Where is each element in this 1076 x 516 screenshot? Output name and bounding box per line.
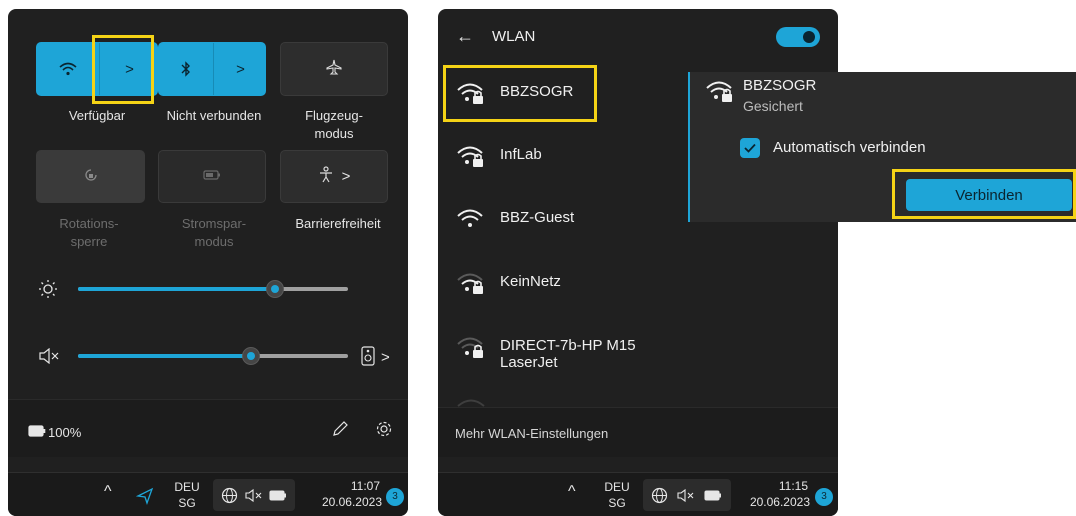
bluetooth-expand-chevron[interactable]: > bbox=[213, 43, 267, 95]
connect-button[interactable]: Verbinden bbox=[906, 179, 1072, 211]
network-name: BBZSOGR bbox=[500, 83, 574, 100]
wifi-icon[interactable] bbox=[37, 43, 99, 95]
wifi-secured-icon bbox=[705, 78, 735, 109]
network-list-faded-row bbox=[438, 377, 688, 407]
rotation-lock-icon bbox=[83, 167, 99, 187]
accessibility-icon bbox=[318, 165, 334, 188]
location-icon[interactable] bbox=[135, 487, 154, 510]
quick-settings-footer: 100% bbox=[8, 399, 408, 457]
brightness-slider-fill bbox=[78, 287, 276, 291]
volume-muted-tray-icon bbox=[676, 488, 696, 508]
wlan-footer: Mehr WLAN-Einstellungen bbox=[438, 407, 838, 457]
clock-date[interactable]: 20.06.2023 bbox=[734, 495, 810, 509]
popup-network-status: Gesichert bbox=[743, 98, 803, 114]
input-language-bottom[interactable]: SG bbox=[604, 496, 630, 510]
network-globe-icon bbox=[221, 487, 238, 509]
popup-network-name: BBZSOGR bbox=[743, 77, 817, 94]
brightness-slider[interactable] bbox=[78, 280, 348, 298]
input-language-bottom[interactable]: SG bbox=[174, 496, 200, 510]
network-list-item[interactable]: KeinNetz bbox=[438, 253, 688, 313]
system-tray-group[interactable] bbox=[213, 479, 295, 511]
volume-muted-icon[interactable] bbox=[38, 347, 60, 369]
accessibility-tile[interactable]: > bbox=[280, 150, 388, 203]
airplane-mode-label: Flugzeug- modus bbox=[305, 108, 363, 141]
network-connect-popup: BBZSOGR Gesichert Automatisch verbinden … bbox=[688, 72, 1076, 222]
accessibility-chevron[interactable]: > bbox=[342, 168, 351, 185]
battery-tray-icon bbox=[268, 489, 288, 507]
wifi-tile-label: Verfügbar bbox=[68, 108, 126, 123]
wlan-toggle-knob bbox=[803, 31, 815, 43]
clock-time[interactable]: 11:07 bbox=[308, 479, 380, 493]
network-list-item[interactable]: BBZ-Guest bbox=[438, 189, 688, 249]
battery-saver-tile[interactable] bbox=[158, 150, 266, 203]
clock-time[interactable]: 11:15 bbox=[740, 479, 808, 493]
network-name: KeinNetz bbox=[500, 273, 561, 290]
clock-date[interactable]: 20.06.2023 bbox=[306, 495, 382, 509]
bluetooth-icon[interactable] bbox=[159, 43, 213, 95]
system-tray-group[interactable] bbox=[643, 479, 731, 511]
wifi-tile[interactable]: > bbox=[36, 42, 158, 96]
volume-slider-thumb[interactable] bbox=[241, 347, 260, 365]
taskbar: ^ DEU SG 11:07 20.06.2023 3 bbox=[8, 472, 408, 516]
battery-charging-icon bbox=[28, 424, 46, 442]
battery-tray-icon bbox=[703, 489, 723, 507]
settings-gear-icon[interactable] bbox=[375, 420, 393, 443]
bluetooth-tile[interactable]: > bbox=[158, 42, 266, 96]
wifi-secured-icon bbox=[456, 335, 486, 359]
wifi-secured-icon bbox=[456, 81, 486, 105]
volume-output-chevron[interactable]: > bbox=[381, 349, 390, 366]
taskbar-overflow-chevron[interactable]: ^ bbox=[568, 484, 576, 500]
wifi-expand-chevron[interactable]: > bbox=[99, 43, 159, 95]
wifi-secured-icon bbox=[456, 144, 486, 168]
brightness-icon bbox=[38, 279, 58, 304]
battery-saver-icon bbox=[203, 168, 221, 185]
rotation-lock-tile[interactable] bbox=[36, 150, 145, 203]
volume-muted-tray-icon bbox=[244, 488, 264, 508]
notification-badge[interactable]: 3 bbox=[386, 488, 404, 506]
quick-settings-panel: > Verfügbar > Nicht verbunden Flugzeug- … bbox=[8, 9, 408, 516]
network-name: BBZ-Guest bbox=[500, 209, 575, 226]
rotation-lock-label: Rotations- sperre bbox=[59, 216, 119, 249]
edit-pencil-icon[interactable] bbox=[331, 420, 349, 443]
wlan-title: WLAN bbox=[492, 28, 536, 45]
network-list-item[interactable]: InfLab bbox=[438, 126, 688, 186]
volume-slider[interactable] bbox=[78, 347, 348, 365]
accessibility-label: Barrierefreiheit bbox=[295, 216, 381, 231]
input-language-top[interactable]: DEU bbox=[174, 480, 200, 494]
auto-connect-checkbox[interactable] bbox=[740, 138, 760, 158]
volume-slider-fill bbox=[78, 354, 251, 358]
bluetooth-tile-label: Nicht verbunden bbox=[166, 108, 262, 123]
input-language-top[interactable]: DEU bbox=[604, 480, 630, 494]
network-name: InfLab bbox=[500, 146, 542, 163]
taskbar-overflow-chevron[interactable]: ^ bbox=[104, 484, 112, 500]
more-wlan-settings-link[interactable]: Mehr WLAN-Einstellungen bbox=[455, 426, 608, 441]
network-globe-icon bbox=[651, 487, 668, 509]
auto-connect-label[interactable]: Automatisch verbinden bbox=[773, 139, 926, 156]
wifi-secured-icon bbox=[456, 271, 486, 295]
back-arrow-icon[interactable]: ← bbox=[456, 26, 474, 47]
battery-percentage: 100% bbox=[48, 425, 82, 440]
wifi-icon bbox=[456, 207, 486, 231]
network-list-item[interactable]: DIRECT-7b-HP M15 LaserJet bbox=[438, 317, 688, 377]
network-list-item[interactable]: BBZSOGR bbox=[438, 63, 688, 123]
battery-saver-label: Stromspar- modus bbox=[181, 216, 247, 249]
airplane-mode-tile[interactable] bbox=[280, 42, 388, 96]
speaker-device-icon[interactable] bbox=[361, 346, 375, 371]
brightness-slider-thumb[interactable] bbox=[266, 280, 285, 298]
network-name: DIRECT-7b-HP M15 LaserJet bbox=[500, 337, 636, 371]
notification-badge[interactable]: 3 bbox=[815, 488, 833, 506]
airplane-icon bbox=[325, 58, 343, 80]
taskbar: ^ DEU SG 11:15 20.06.2023 3 bbox=[438, 472, 838, 516]
wlan-toggle[interactable] bbox=[776, 27, 820, 47]
